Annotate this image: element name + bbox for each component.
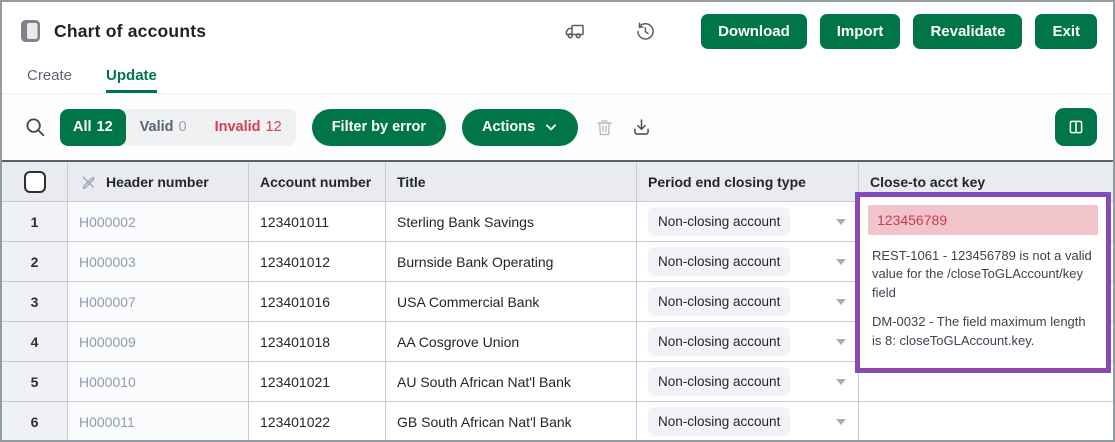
closing-type-value: Non-closing account — [648, 367, 790, 396]
account-number-cell[interactable]: 123401021 — [249, 362, 386, 401]
row-number: 3 — [2, 282, 68, 321]
closing-type-dropdown[interactable]: Non-closing account — [637, 242, 859, 281]
account-number-cell[interactable]: 123401016 — [249, 282, 386, 321]
error-message: DM-0032 - The field maximum length is 8:… — [872, 313, 1094, 350]
closing-type-value: Non-closing account — [648, 207, 790, 236]
filter-invalid-segment[interactable]: Invalid 12 — [201, 109, 296, 146]
download-button[interactable]: Download — [701, 14, 807, 49]
download-tray-icon[interactable] — [631, 117, 652, 138]
column-settings-button[interactable] — [1055, 108, 1097, 146]
search-icon[interactable] — [24, 116, 46, 138]
row-number: 6 — [2, 402, 68, 441]
chevron-down-icon — [836, 259, 846, 265]
tab-bar: Create Update — [2, 60, 1113, 94]
col-period-end-closing-type[interactable]: Period end closing type — [637, 162, 859, 201]
col-label-account-number: Account number — [260, 174, 371, 190]
account-number-cell[interactable]: 123401022 — [249, 402, 386, 441]
account-number-cell[interactable]: 123401011 — [249, 202, 386, 241]
filter-by-error-button[interactable]: Filter by error — [312, 109, 446, 146]
filter-all-segment[interactable]: All 12 — [60, 109, 126, 146]
trash-icon[interactable] — [594, 117, 615, 138]
tab-create[interactable]: Create — [27, 67, 72, 93]
header-checkbox-cell — [2, 162, 68, 201]
close-to-key-error-value[interactable]: 123456789 — [868, 205, 1098, 235]
header-number-cell: H000007 — [68, 282, 249, 321]
row-number: 4 — [2, 322, 68, 361]
header-number-cell: H000011 — [68, 402, 249, 441]
closing-type-dropdown[interactable]: Non-closing account — [637, 362, 859, 401]
header-number-cell: H000009 — [68, 322, 249, 361]
close-to-key-cell[interactable] — [859, 402, 1113, 441]
annotation-highlight-box: 123456789 REST-1061 - 123456789 is not a… — [855, 192, 1111, 373]
chevron-down-icon — [836, 379, 846, 385]
columns-icon — [1067, 118, 1085, 136]
filter-all-label: All — [73, 119, 92, 135]
closing-type-dropdown[interactable]: Non-closing account — [637, 202, 859, 241]
table-row: 6 H000011 123401022 GB South African Nat… — [2, 402, 1113, 442]
book-icon — [20, 19, 41, 43]
closing-type-dropdown[interactable]: Non-closing account — [637, 282, 859, 321]
chevron-down-icon — [836, 339, 846, 345]
closing-type-value: Non-closing account — [648, 327, 790, 356]
tab-update[interactable]: Update — [106, 67, 157, 93]
col-label-title: Title — [397, 174, 426, 190]
actions-button[interactable]: Actions — [462, 109, 578, 146]
col-label-close-to-key: Close-to acct key — [870, 174, 985, 190]
exit-button[interactable]: Exit — [1035, 14, 1097, 49]
closing-type-value: Non-closing account — [648, 247, 790, 276]
revalidate-button[interactable]: Revalidate — [913, 14, 1022, 49]
actions-label: Actions — [482, 119, 535, 135]
row-number: 2 — [2, 242, 68, 281]
chevron-down-icon — [836, 299, 846, 305]
chevron-down-icon — [836, 419, 846, 425]
col-label-closing-type: Period end closing type — [648, 174, 806, 190]
header-button-group: Download Import Revalidate Exit — [701, 14, 1097, 49]
truck-icon[interactable] — [563, 19, 587, 43]
validity-filter-segmented: All 12 Valid 0 Invalid 12 — [60, 109, 296, 146]
toolbar: All 12 Valid 0 Invalid 12 Filter by erro… — [2, 94, 1113, 160]
header-number-cell: H000003 — [68, 242, 249, 281]
filter-by-error-label: Filter by error — [332, 119, 426, 135]
row-number: 1 — [2, 202, 68, 241]
select-all-checkbox[interactable] — [24, 171, 46, 193]
title-cell[interactable]: USA Commercial Bank — [386, 282, 637, 321]
filter-valid-segment[interactable]: Valid 0 — [126, 109, 201, 146]
error-message: REST-1061 - 123456789 is not a valid val… — [872, 247, 1094, 302]
closing-type-value: Non-closing account — [648, 407, 790, 436]
closing-type-value: Non-closing account — [648, 287, 790, 316]
chevron-down-icon — [836, 219, 846, 225]
filter-invalid-label: Invalid — [215, 119, 261, 135]
title-bar: Chart of accounts Download Imp — [2, 2, 1113, 60]
chevron-down-icon — [544, 120, 558, 134]
read-only-pencil-icon — [79, 172, 98, 191]
filter-invalid-count: 12 — [266, 119, 282, 135]
title-cell[interactable]: GB South African Nat'l Bank — [386, 402, 637, 441]
closing-type-dropdown[interactable]: Non-closing account — [637, 322, 859, 361]
header-number-cell: H000002 — [68, 202, 249, 241]
col-label-header-number: Header number — [106, 174, 209, 190]
account-number-cell[interactable]: 123401018 — [249, 322, 386, 361]
title-cell[interactable]: Sterling Bank Savings — [386, 202, 637, 241]
page-title: Chart of accounts — [54, 21, 206, 42]
col-title[interactable]: Title — [386, 162, 637, 201]
row-number: 5 — [2, 362, 68, 401]
closing-type-dropdown[interactable]: Non-closing account — [637, 402, 859, 441]
header-number-cell: H000010 — [68, 362, 249, 401]
account-number-cell[interactable]: 123401012 — [249, 242, 386, 281]
validation-error-popover: 123456789 REST-1061 - 123456789 is not a… — [859, 196, 1107, 369]
import-button[interactable]: Import — [820, 14, 901, 49]
col-account-number[interactable]: Account number — [249, 162, 386, 201]
title-cell[interactable]: Burnside Bank Operating — [386, 242, 637, 281]
chart-of-accounts-window: Chart of accounts Download Imp — [0, 0, 1115, 442]
filter-valid-label: Valid — [140, 119, 174, 135]
history-icon[interactable] — [633, 19, 657, 43]
title-cell[interactable]: AA Cosgrove Union — [386, 322, 637, 361]
col-header-number[interactable]: Header number — [68, 162, 249, 201]
title-cell[interactable]: AU South African Nat'l Bank — [386, 362, 637, 401]
filter-valid-count: 0 — [179, 119, 187, 135]
filter-all-count: 12 — [97, 119, 113, 135]
